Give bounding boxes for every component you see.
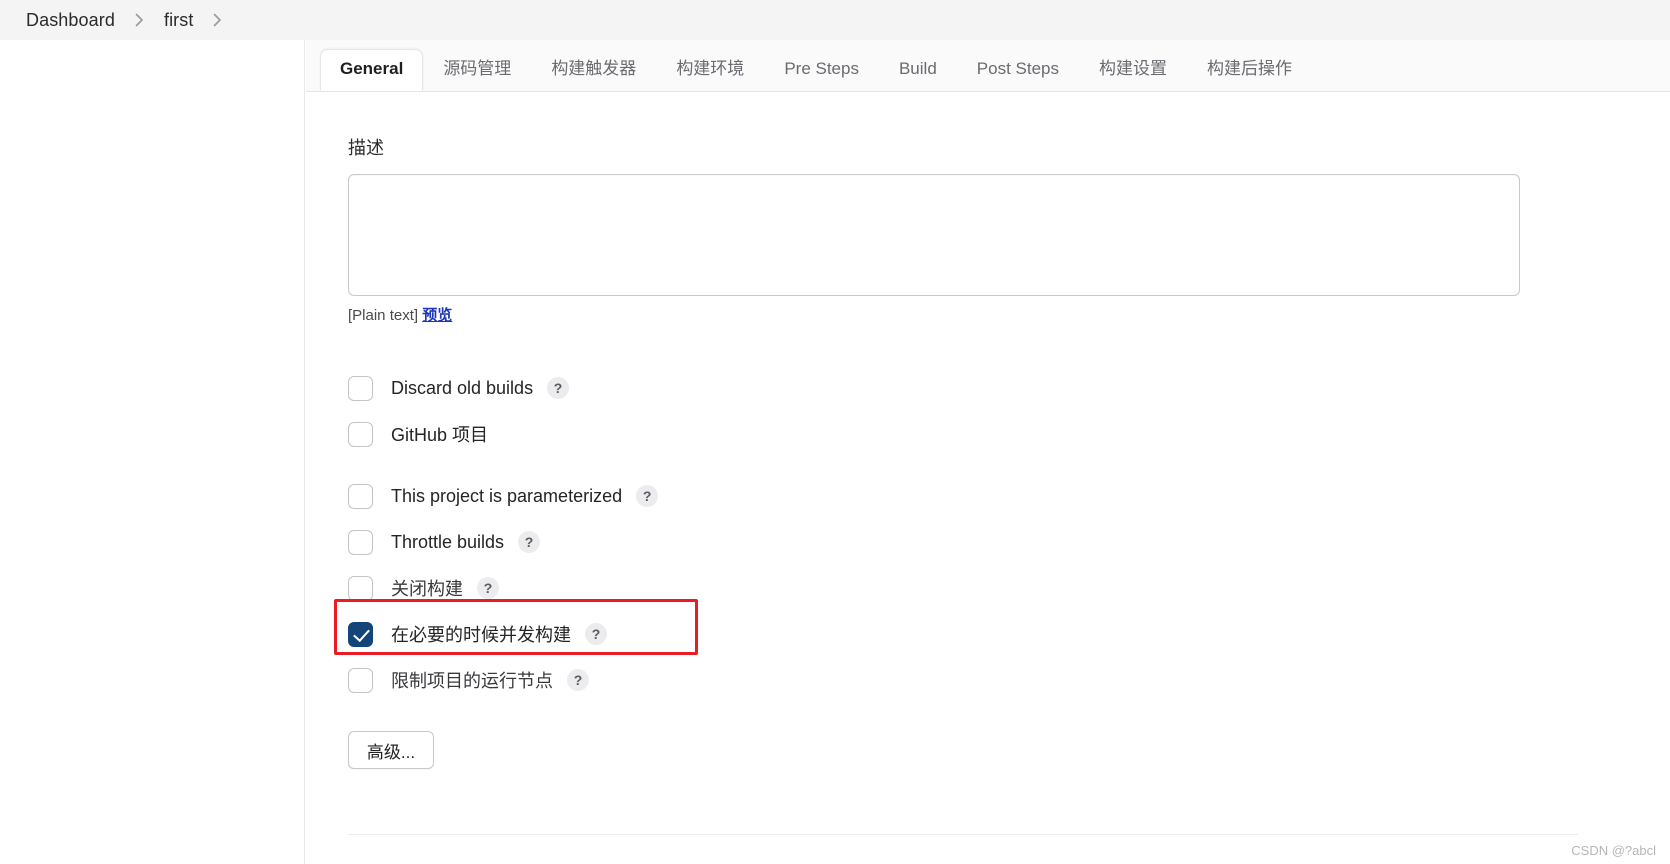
chevron-right-icon-2[interactable] [213,13,222,27]
tab-pre-steps[interactable]: Pre Steps [764,49,879,91]
tab-scm[interactable]: 源码管理 [423,44,531,91]
watermark: CSDN @?abcl [1571,843,1656,858]
tab-build[interactable]: Build [879,49,957,91]
tab-build-triggers[interactable]: 构建触发器 [531,44,656,91]
checkbox-label-restrict-node: 限制项目的运行节点 [391,671,553,691]
checkbox-row-parameterized[interactable]: This project is parameterized ? [348,479,1578,513]
breadcrumb: Dashboard first [0,0,1670,40]
help-icon-restrict-node[interactable]: ? [567,669,589,691]
checkbox-disable-build[interactable] [348,575,373,601]
tab-post-steps[interactable]: Post Steps [957,49,1079,91]
tab-post-build-actions[interactable]: 构建后操作 [1187,44,1312,91]
checkbox-row-restrict-node[interactable]: 限制项目的运行节点 ? [348,663,1578,697]
section-divider [348,834,1578,835]
description-footer: [Plain text] 预览 [348,304,1578,325]
checkbox-group: Discard old builds ? GitHub 项目 This proj… [334,371,1578,697]
general-panel: 描述 [Plain text] 预览 Discard old builds ? … [306,91,1670,864]
checkbox-row-concurrent-builds[interactable]: 在必要的时候并发构建 ? [348,617,1578,651]
breadcrumb-item-first[interactable]: first [160,8,198,33]
sidebar [0,40,305,864]
checkbox-row-discard-old-builds[interactable]: Discard old builds ? [348,371,1578,405]
tab-general[interactable]: General [320,49,424,91]
checkbox-discard-old-builds[interactable] [348,375,373,401]
advanced-button[interactable]: 高级... [348,731,434,769]
checkbox-row-throttle-builds[interactable]: Throttle builds ? [348,525,1578,559]
plain-text-note: [Plain text] [348,307,419,324]
chevron-right-icon [135,13,144,27]
breadcrumb-item-dashboard[interactable]: Dashboard [22,8,119,33]
description-input[interactable] [348,174,1520,296]
tab-build-environment[interactable]: 构建环境 [656,44,764,91]
checkbox-row-github-project[interactable]: GitHub 项目 [348,417,1578,451]
checkbox-label-github-project: GitHub 项目 [391,425,489,445]
checkbox-parameterized[interactable] [348,483,373,509]
checkbox-concurrent-builds[interactable] [348,621,373,647]
config-tabs: General 源码管理 构建触发器 构建环境 Pre Steps Build … [306,40,1670,92]
help-icon-discard-old-builds[interactable]: ? [547,377,570,399]
checkbox-throttle-builds[interactable] [348,529,373,555]
checkbox-label-discard-old-builds: Discard old builds [391,377,534,398]
checkbox-github-project[interactable] [348,421,373,447]
preview-link[interactable]: 预览 [422,307,452,324]
checkbox-row-disable-build[interactable]: 关闭构建 ? [348,571,1578,605]
checkbox-label-disable-build: 关闭构建 [391,579,463,599]
description-label: 描述 [348,138,384,158]
help-icon-concurrent-builds[interactable]: ? [585,623,607,645]
checkbox-label-concurrent-builds: 在必要的时候并发构建 [391,625,571,645]
checkbox-restrict-node[interactable] [348,667,373,693]
help-icon-disable-build[interactable]: ? [477,577,499,599]
tab-build-settings[interactable]: 构建设置 [1079,44,1187,91]
general-form: 描述 [Plain text] 预览 Discard old builds ? … [334,134,1578,769]
main-content: General 源码管理 构建触发器 构建环境 Pre Steps Build … [306,40,1670,864]
help-icon-throttle-builds[interactable]: ? [518,531,541,553]
checkbox-label-parameterized: This project is parameterized [391,485,623,506]
job-config-page: Dashboard first General 源码管理 构建触发器 构建环境 … [0,0,1670,864]
help-icon-parameterized[interactable]: ? [636,485,659,507]
checkbox-label-throttle-builds: Throttle builds [391,531,505,552]
